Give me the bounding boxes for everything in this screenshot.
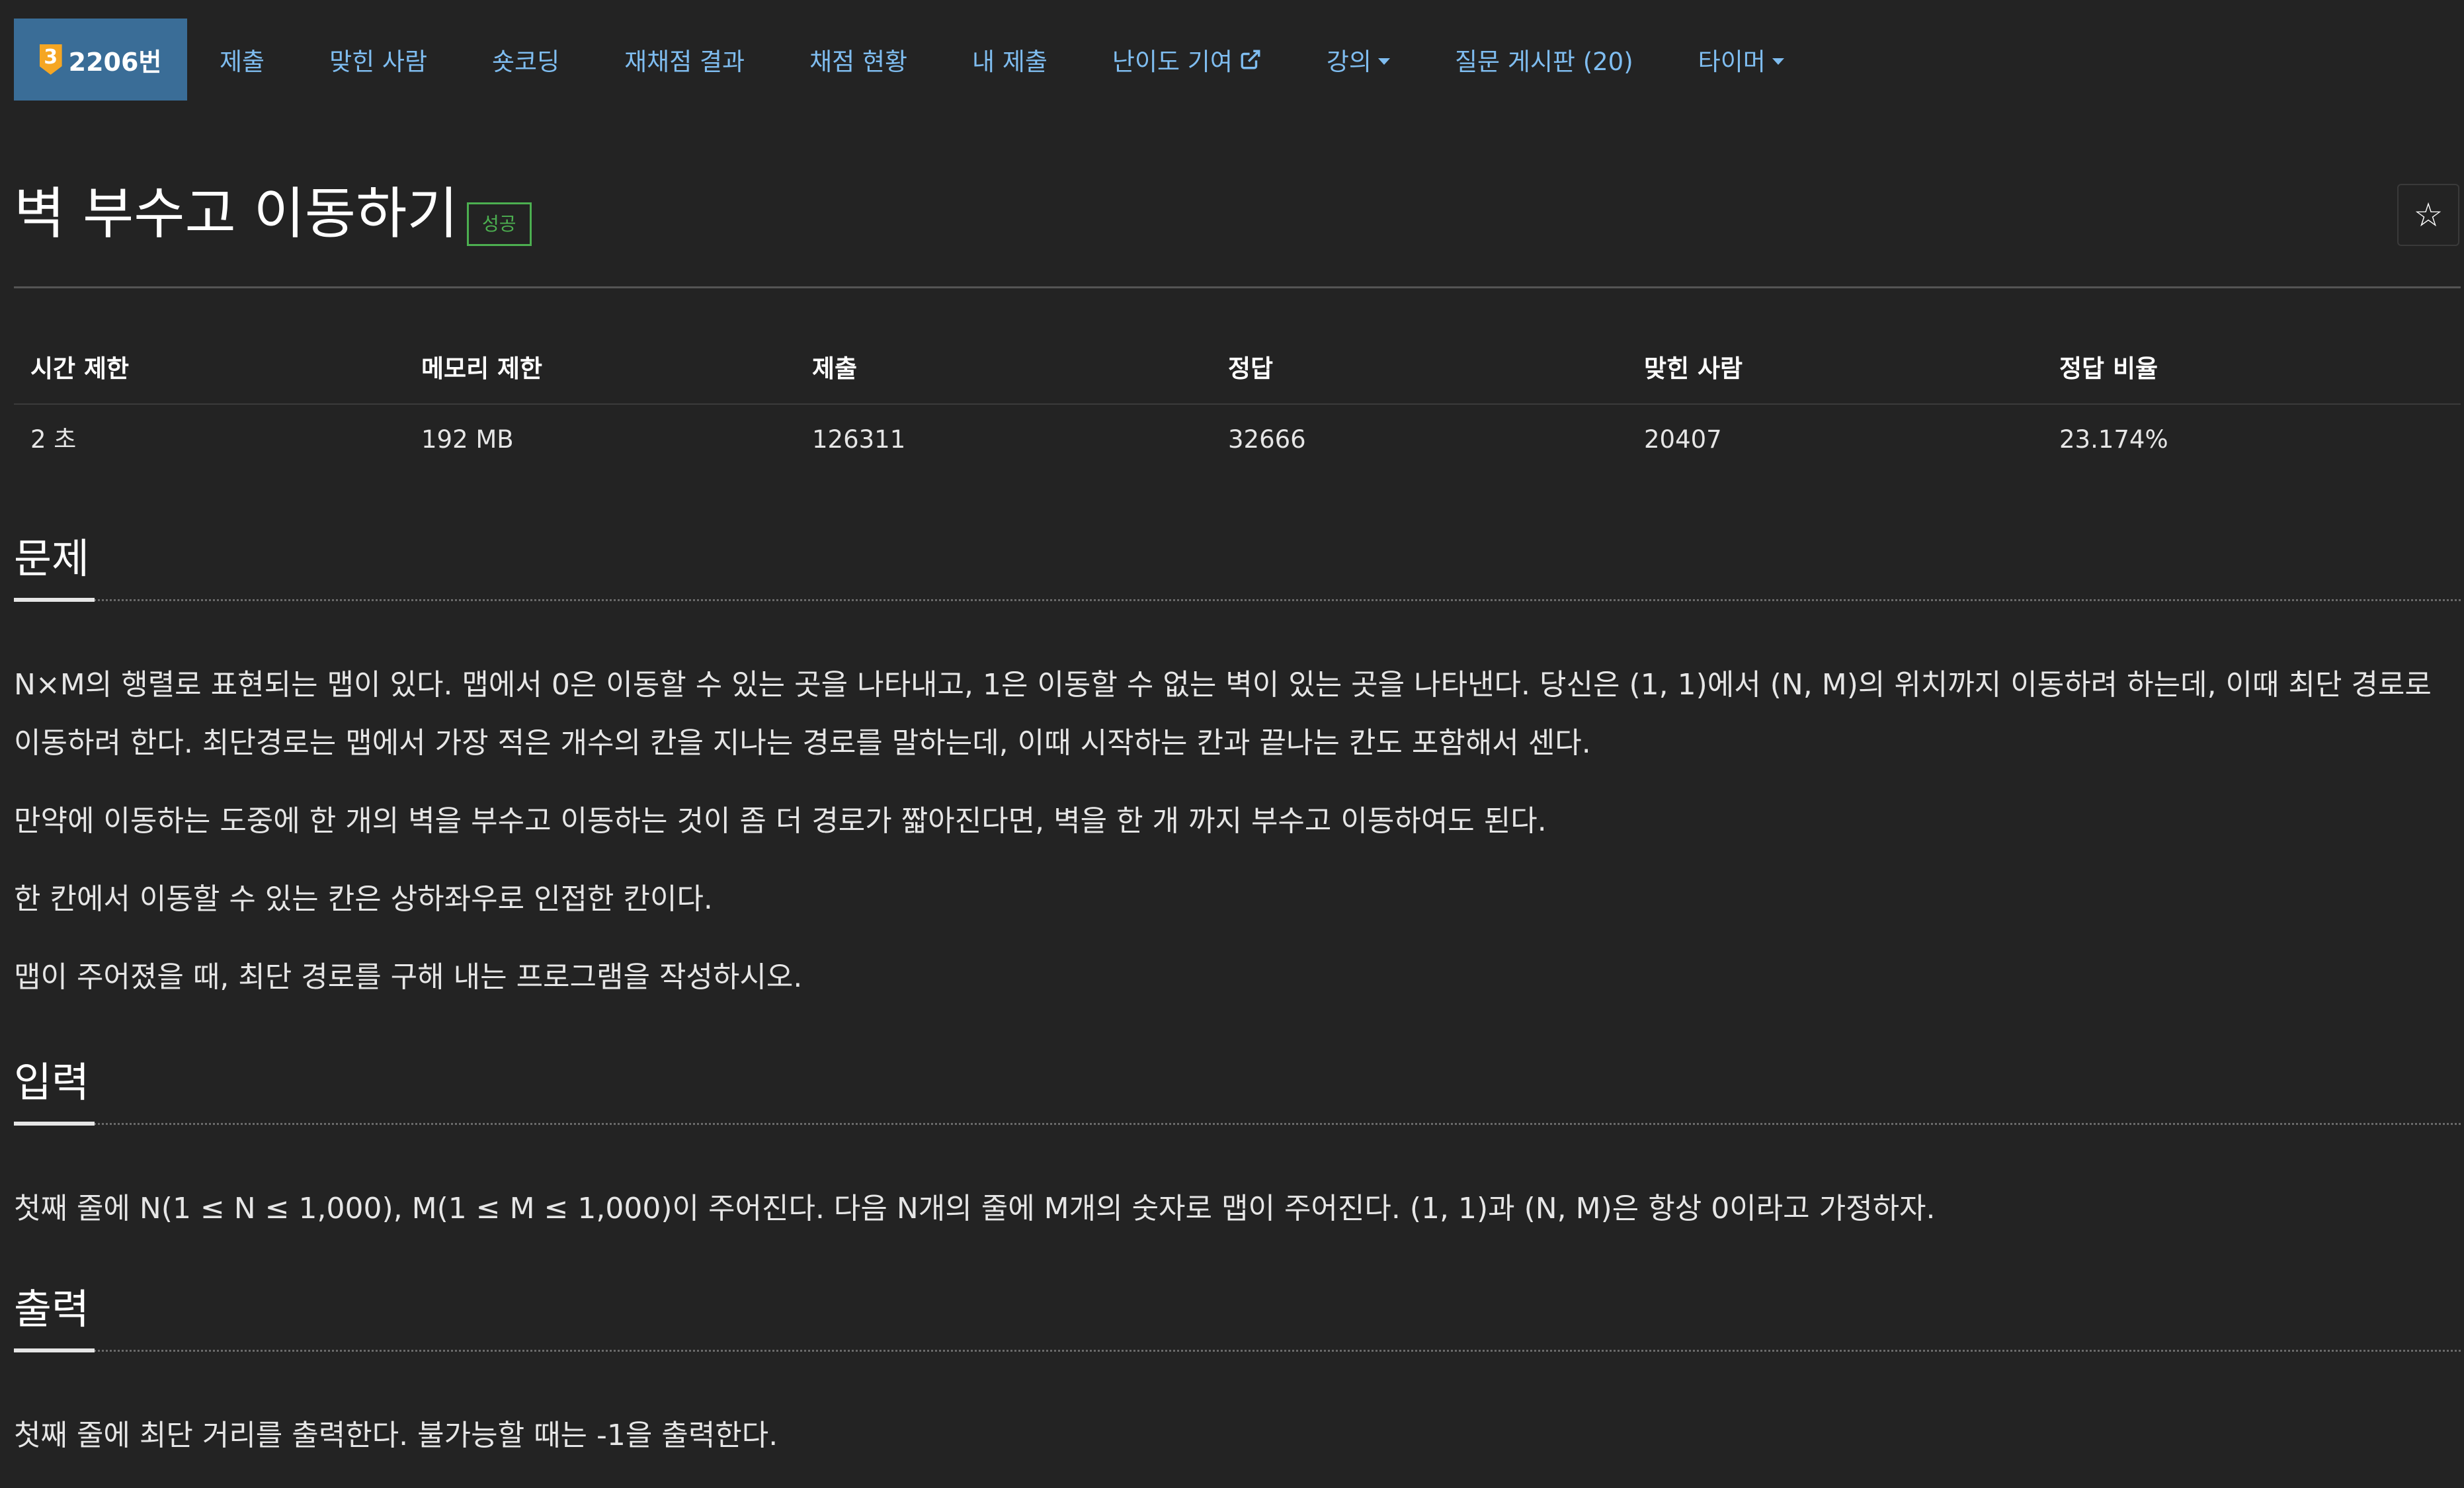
- value-submissions: 126311: [812, 425, 906, 454]
- section-header: 출력: [14, 1280, 2461, 1359]
- favorite-button[interactable]: ☆: [2397, 184, 2459, 246]
- problem-info-table: 시간 제한 메모리 제한 제출 정답 맞힌 사람 정답 비율 2 초 192 M…: [14, 334, 2461, 474]
- problem-header: 벽 부수고 이동하기 성공 ☆: [14, 177, 2461, 250]
- caret-down-icon: [1377, 58, 1390, 65]
- nav-problem-number[interactable]: 3 2206번: [14, 19, 187, 101]
- nav-difficulty-contribution[interactable]: 난이도 기여: [1080, 19, 1294, 101]
- nav-rejudge-results[interactable]: 재채점 결과: [592, 19, 777, 101]
- status-badge: 성공: [467, 202, 532, 246]
- section-rule: [14, 1123, 2461, 1125]
- nav-judge-status[interactable]: 채점 현황: [777, 19, 940, 101]
- section-rule: [14, 1350, 2461, 1352]
- external-link-icon: [1241, 50, 1260, 69]
- section-input: 입력 첫째 줄에 N(1 ≤ N ≤ 1,000), M(1 ≤ M ≤ 1,0…: [14, 1053, 2461, 1238]
- section-underline: [14, 1122, 95, 1126]
- header-memory-limit: 메모리 제한: [421, 354, 543, 383]
- section-rule: [14, 599, 2461, 601]
- header-accepted: 정답: [1228, 354, 1274, 383]
- value-accepted: 32666: [1228, 425, 1306, 454]
- section-header: 입력: [14, 1053, 2461, 1132]
- nav-my-submissions[interactable]: 내 제출: [940, 19, 1080, 101]
- description-paragraph: N×M의 행렬로 표현되는 맵이 있다. 맵에서 0은 이동할 수 있는 곳을 …: [14, 668, 2432, 760]
- description-paragraph: 만약에 이동하는 도중에 한 개의 벽을 부수고 이동하는 것이 좀 더 경로가…: [14, 804, 1547, 838]
- output-paragraph: 첫째 줄에 최단 거리를 출력한다. 불가능할 때는 -1을 출력한다.: [14, 1419, 778, 1452]
- input-paragraph: 첫째 줄에 N(1 ≤ N ≤ 1,000), M(1 ≤ M ≤ 1,000)…: [14, 1192, 1936, 1225]
- section-underline: [14, 598, 95, 602]
- value-time-limit: 2 초: [30, 425, 77, 454]
- header-accept-ratio: 정답 비율: [2059, 354, 2158, 383]
- section-description: 문제 N×M의 행렬로 표현되는 맵이 있다. 맵에서 0은 이동할 수 있는 …: [14, 529, 2461, 1007]
- tier-badge-icon: 3: [39, 44, 62, 75]
- value-solved-users: 20407: [1644, 425, 1722, 454]
- nav-solved-users[interactable]: 맞힌 사람: [297, 19, 460, 101]
- header-solved-users: 맞힌 사람: [1644, 354, 1743, 383]
- problem-number: 2206번: [68, 47, 162, 77]
- nav-short-coding[interactable]: 숏코딩: [460, 19, 592, 101]
- table-header-row: 시간 제한 메모리 제한 제출 정답 맞힌 사람 정답 비율: [14, 334, 2461, 405]
- nav-submit[interactable]: 제출: [187, 19, 297, 101]
- value-memory-limit: 192 MB: [421, 425, 514, 454]
- value-accept-ratio: 23.174%: [2059, 425, 2168, 454]
- section-output: 출력 첫째 줄에 최단 거리를 출력한다. 불가능할 때는 -1을 출력한다.: [14, 1280, 2461, 1465]
- nav-timer-dropdown[interactable]: 타이머: [1666, 19, 1817, 101]
- table-row: 2 초 192 MB 126311 32666 20407 23.174%: [14, 405, 2461, 474]
- section-title: 문제: [14, 534, 90, 583]
- section-title: 출력: [14, 1285, 90, 1333]
- section-title: 입력: [14, 1058, 90, 1106]
- section-underline: [14, 1348, 95, 1352]
- header-time-limit: 시간 제한: [30, 354, 130, 383]
- caret-down-icon: [1772, 58, 1784, 65]
- title-divider: [14, 286, 2461, 288]
- section-header: 문제: [14, 529, 2461, 608]
- nav-lectures-dropdown[interactable]: 강의: [1294, 19, 1422, 101]
- description-paragraph: 맵이 주어졌을 때, 최단 경로를 구해 내는 프로그램을 작성하시오.: [14, 960, 803, 994]
- problem-menu: 3 2206번 제출 맞힌 사람 숏코딩 재채점 결과 채점 현황 내 제출 난…: [14, 19, 1817, 101]
- nav-qna-board[interactable]: 질문 게시판 (20): [1422, 19, 1666, 101]
- header-submissions: 제출: [812, 354, 858, 383]
- star-icon: ☆: [2413, 196, 2443, 234]
- description-paragraph: 한 칸에서 이동할 수 있는 칸은 상하좌우로 인접한 칸이다.: [14, 882, 713, 916]
- problem-title: 벽 부수고 이동하기: [14, 181, 458, 246]
